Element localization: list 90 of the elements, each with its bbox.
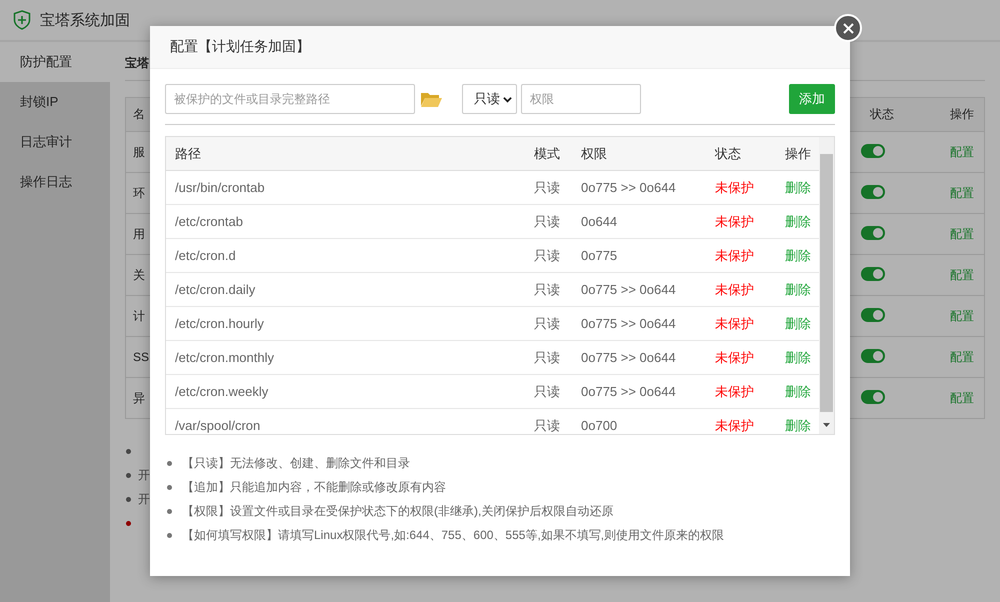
column-header: 权限	[581, 144, 608, 162]
path-cell-text: /etc/cron.monthly	[175, 350, 275, 365]
permission-cell-text: 0o775 >> 0o644	[581, 180, 677, 195]
permission-cell-text: 0o775 >> 0o644	[581, 384, 677, 399]
config-link[interactable]: 配置	[950, 308, 974, 322]
mode-cell-text: 只读	[534, 416, 561, 434]
note-text: 【只读】无法修改、创建、删除文件和目录	[182, 454, 410, 472]
add-button[interactable]: 添加	[789, 84, 835, 114]
path-cell-text: /usr/bin/crontab	[175, 180, 266, 195]
path-cell-text: /etc/crontab	[175, 214, 244, 229]
status-text: 未保护	[715, 212, 755, 230]
table-cell: 服	[133, 144, 145, 158]
folder-icon[interactable]	[420, 90, 442, 108]
column-header: 路径	[175, 144, 202, 162]
mode-cell-text: 只读	[534, 314, 561, 332]
permission-cell-text: 0o775	[581, 248, 618, 263]
toggle-switch[interactable]	[861, 308, 885, 322]
sidebar-item[interactable]: 日志审计	[0, 122, 110, 162]
path-input-field[interactable]: 被保护的文件或目录完整路径	[165, 84, 415, 114]
mode-cell-text: 只读	[534, 348, 561, 366]
status-text: 未保护	[715, 416, 755, 434]
status-text: 未保护	[715, 246, 755, 264]
note-text: 开	[138, 466, 150, 484]
permission-cell-text: 0o775 >> 0o644	[581, 282, 677, 297]
scrollbar[interactable]	[819, 137, 834, 434]
delete-link[interactable]: 删除	[785, 282, 811, 296]
toggle-switch[interactable]	[861, 184, 885, 198]
delete-link[interactable]: 删除	[785, 350, 811, 364]
caret-icon	[503, 94, 512, 104]
column-header: 模式	[534, 144, 561, 162]
toggle-switch[interactable]	[861, 266, 885, 280]
toggle-switch[interactable]	[861, 390, 885, 404]
permission-cell-text: 0o775 >> 0o644	[581, 350, 677, 365]
permission-cell-text: 0o700	[581, 418, 618, 433]
sidebar-item[interactable]: 操作日志	[0, 162, 110, 202]
permission-cell-text: 0o775 >> 0o644	[581, 316, 677, 331]
status-text: 未保护	[715, 382, 755, 400]
table-cell: 环	[133, 186, 145, 200]
mode-cell-text: 只读	[534, 212, 561, 230]
delete-link[interactable]: 删除	[785, 316, 811, 330]
note-text: 【追加】只能追加内容，不能删除或修改原有内容	[182, 478, 446, 496]
table-cell: 异	[133, 390, 145, 404]
toggle-switch[interactable]	[861, 348, 885, 362]
column-header: 操作	[785, 144, 812, 162]
mode-cell-text: 只读	[534, 280, 561, 298]
app-title: 宝塔系统加固	[40, 10, 130, 30]
status-text: 未保护	[715, 178, 755, 196]
table-cell: SS	[133, 350, 150, 364]
config-link[interactable]: 配置	[950, 144, 974, 158]
close-icon	[842, 22, 854, 34]
delete-link[interactable]: 删除	[785, 384, 811, 398]
column-header: 名	[133, 107, 145, 121]
note-text: 【如何填写权限】请填写Linux权限代号,如:644、755、600、555等,如果不填写,则使用文件原来的权限	[182, 526, 724, 544]
config-link[interactable]: 配置	[950, 390, 974, 404]
column-header: 操作	[949, 106, 975, 123]
toggle-switch[interactable]	[861, 226, 885, 240]
table-cell: 关	[133, 268, 145, 282]
status-text: 未保护	[715, 348, 755, 366]
note-text: 【权限】设置文件或目录在受保护状态下的权限(非继承),关闭保护后权限自动还原	[182, 502, 614, 520]
sidebar-item[interactable]: 防护配置	[0, 42, 110, 82]
path-cell-text: /etc/cron.weekly	[175, 384, 270, 399]
path-cell-text: /etc/cron.daily	[175, 282, 256, 297]
path-cell-text: /etc/cron.hourly	[175, 316, 265, 331]
table-cell: 用	[133, 226, 145, 240]
table-cell: 计	[133, 308, 145, 322]
mode-select[interactable]: 只读	[462, 84, 517, 114]
dialog-title: 配置【计划任务加固】	[170, 38, 310, 56]
permission-cell-text: 0o644	[581, 214, 618, 229]
status-text: 未保护	[715, 314, 755, 332]
toggle-switch[interactable]	[861, 144, 885, 158]
permission-input-field[interactable]: 权限	[521, 84, 641, 114]
shield-plus-icon	[13, 10, 31, 30]
column-header: 状态	[870, 107, 894, 121]
status-text: 未保护	[715, 280, 755, 298]
column-header: 状态	[715, 144, 742, 162]
mode-cell-text: 只读	[534, 246, 561, 264]
path-cell-text: /var/spool/cron	[175, 418, 262, 433]
mode-cell-text: 只读	[534, 178, 561, 196]
mode-cell-text: 只读	[534, 382, 561, 400]
config-link[interactable]: 配置	[950, 268, 974, 282]
note-text: 开	[138, 490, 150, 508]
config-link[interactable]: 配置	[950, 186, 974, 200]
delete-link[interactable]: 删除	[785, 248, 811, 262]
sidebar-item[interactable]: 封锁IP	[0, 82, 110, 122]
path-cell-text: /etc/cron.d	[175, 248, 237, 263]
config-link[interactable]: 配置	[950, 226, 974, 240]
delete-link[interactable]: 删除	[785, 214, 811, 228]
delete-link[interactable]: 删除	[785, 418, 811, 432]
config-link[interactable]: 配置	[950, 350, 974, 364]
delete-link[interactable]: 删除	[785, 180, 811, 194]
